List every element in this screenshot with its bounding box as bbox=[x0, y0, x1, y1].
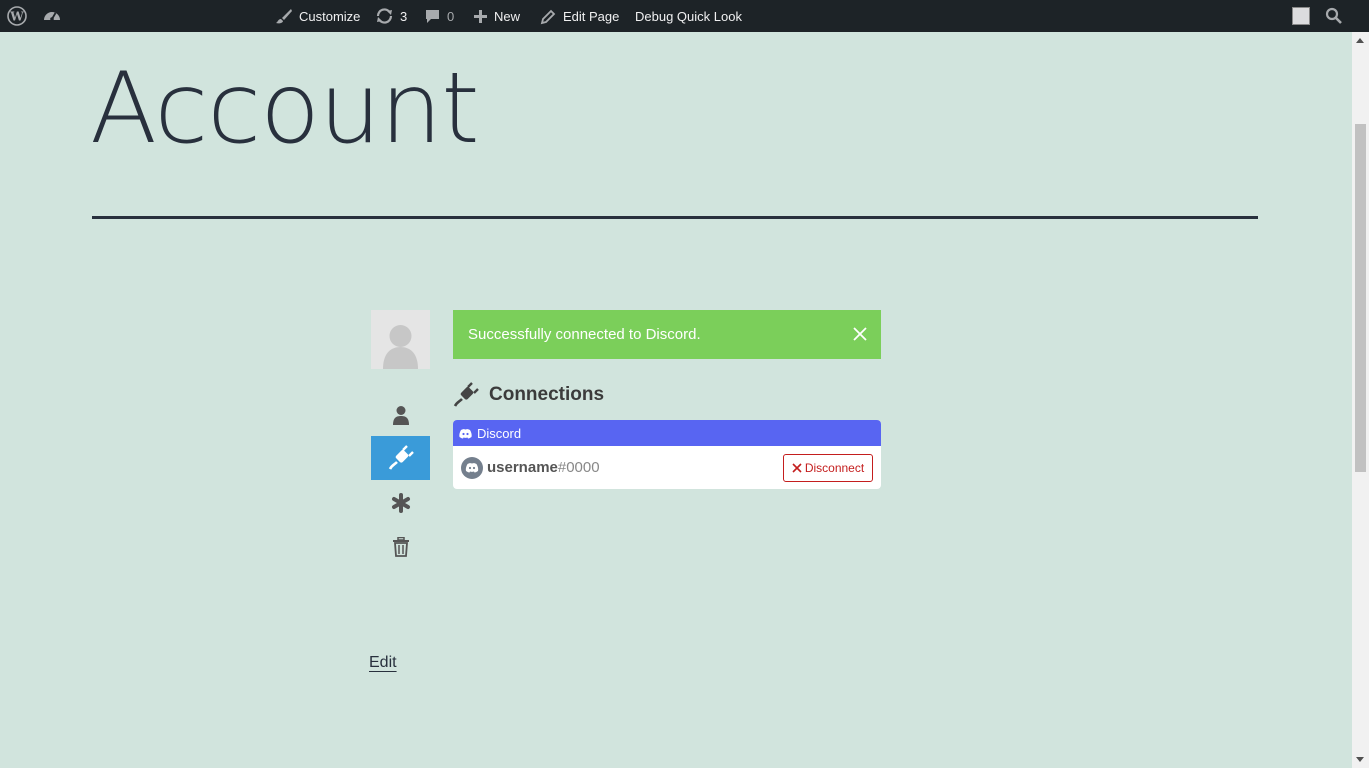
customize-label: Customize bbox=[299, 8, 361, 24]
success-alert: Successfully connected to Discord. bbox=[453, 310, 881, 359]
user-icon bbox=[392, 406, 409, 425]
discord-avatar-icon bbox=[461, 456, 483, 479]
disconnect-button[interactable]: Disconnect bbox=[783, 454, 873, 482]
debug-label: Debug Quick Look bbox=[635, 8, 742, 24]
debug-quick-look-button[interactable]: Debug Quick Look bbox=[635, 0, 742, 32]
close-icon bbox=[792, 463, 802, 473]
alert-message: Successfully connected to Discord. bbox=[468, 326, 701, 343]
plug-icon bbox=[388, 445, 414, 470]
user-avatar-small[interactable] bbox=[1292, 0, 1310, 32]
connections-title: Connections bbox=[489, 384, 605, 405]
customize-button[interactable]: Customize bbox=[275, 0, 360, 32]
discord-label: Discord bbox=[477, 425, 522, 441]
plus-icon bbox=[474, 9, 487, 23]
comments-count: 0 bbox=[447, 8, 455, 24]
scroll-up-icon[interactable] bbox=[1356, 38, 1364, 43]
discord-icon bbox=[459, 428, 472, 438]
avatar-icon bbox=[1292, 7, 1310, 25]
svg-text:W: W bbox=[9, 10, 24, 24]
brush-icon bbox=[276, 9, 292, 24]
profile-avatar bbox=[371, 310, 430, 369]
scroll-down-icon[interactable] bbox=[1356, 757, 1364, 762]
dashboard-icon[interactable] bbox=[42, 0, 62, 32]
plug-icon bbox=[453, 382, 479, 407]
updates-button[interactable]: 3 bbox=[375, 0, 407, 32]
discord-card-header: Discord bbox=[453, 420, 881, 446]
discord-discriminator: #0000 bbox=[557, 459, 600, 476]
comment-icon bbox=[426, 9, 439, 23]
new-label: New bbox=[494, 8, 521, 24]
discord-username: username bbox=[487, 459, 558, 476]
nav-connections[interactable] bbox=[371, 436, 430, 480]
nav-delete-account[interactable] bbox=[371, 525, 430, 569]
admin-bar: W Customize 3 0 New Edit Page Debug Quic… bbox=[0, 0, 1369, 32]
updates-icon bbox=[376, 8, 393, 24]
edit-link[interactable]: Edit bbox=[369, 654, 397, 672]
default-avatar-icon bbox=[383, 325, 418, 369]
close-icon[interactable] bbox=[852, 326, 868, 342]
edit-page-label: Edit Page bbox=[563, 8, 620, 24]
nav-password[interactable] bbox=[371, 481, 430, 525]
new-button[interactable]: New bbox=[473, 0, 520, 32]
disconnect-label: Disconnect bbox=[804, 461, 865, 475]
connections-header: Connections bbox=[453, 380, 604, 410]
nav-profile[interactable] bbox=[371, 393, 430, 437]
search-icon[interactable] bbox=[1325, 0, 1343, 32]
page-scrollbar[interactable] bbox=[1352, 32, 1369, 768]
updates-count: 3 bbox=[400, 8, 408, 24]
comments-button[interactable]: 0 bbox=[424, 0, 454, 32]
edit-page-button[interactable]: Edit Page bbox=[540, 0, 619, 32]
discord-account-row: username #0000 Disconnect bbox=[453, 446, 881, 489]
asterisk-icon bbox=[391, 493, 410, 513]
wordpress-logo-icon[interactable]: W bbox=[7, 0, 27, 32]
scroll-thumb[interactable] bbox=[1355, 124, 1366, 472]
trash-icon bbox=[392, 537, 409, 557]
page-title: Account bbox=[90, 52, 480, 166]
title-divider bbox=[92, 216, 1258, 219]
discord-connection-card: Discord username #0000 Disconnect bbox=[453, 420, 881, 489]
pencil-icon bbox=[540, 9, 556, 24]
